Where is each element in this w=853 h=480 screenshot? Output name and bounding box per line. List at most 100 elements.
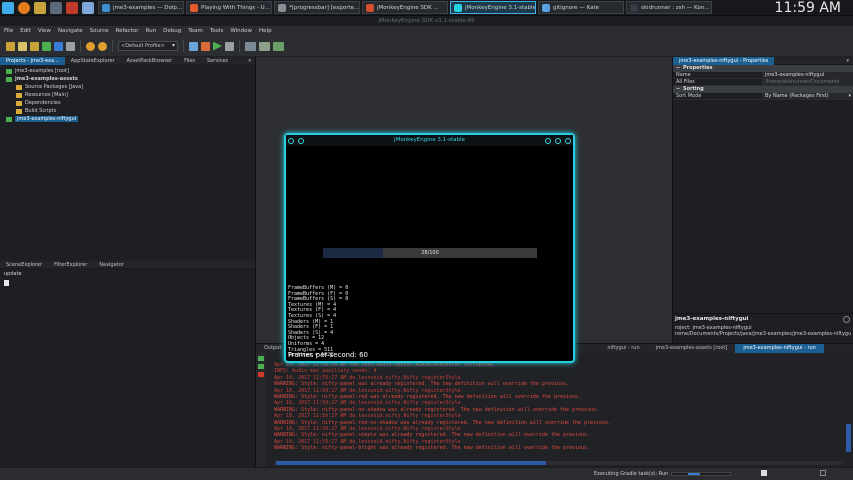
output-tab[interactable]: jme3-examples-niftygui - run (735, 344, 824, 353)
tree-node[interactable]: Source Packages [Java] (0, 83, 255, 91)
rerun-icon[interactable] (258, 356, 264, 361)
notifications-icon[interactable] (820, 470, 826, 476)
loading-progress-label: 28/100 (421, 250, 439, 256)
prop-row-all-files[interactable]: All Files /home/skidrunner/Documents (673, 79, 853, 86)
status-progress-fill (688, 473, 700, 475)
panel-menu-icon[interactable]: ▾ (846, 58, 849, 64)
menu-item-edit[interactable]: Edit (20, 28, 31, 34)
properties-section[interactable]: Properties (673, 65, 853, 72)
tab-projects-2[interactable]: AssetPackBrowser (121, 57, 178, 65)
new-project-icon[interactable] (6, 41, 15, 51)
prop-value[interactable]: /home/skidrunner/Documents (763, 79, 853, 85)
tree-node-label: jme3-examples [root] (15, 68, 69, 74)
build-icon[interactable] (189, 41, 198, 51)
tab-projects-4[interactable]: Services (201, 57, 234, 65)
taskbar-task[interactable]: jMonkeyEngine SDK ... (362, 1, 448, 14)
status-bar: Executing Gradle task(s): Run (0, 467, 853, 480)
prop-row-sort-mode[interactable]: Sort Mode By Name (Packages First) ▾ (673, 93, 853, 100)
prop-value[interactable]: jme3-examples-niftygui (763, 72, 853, 78)
project-tree: jme3-examples [root] jme3-examples-assets… (0, 65, 255, 123)
menu-item-view[interactable]: View (38, 28, 51, 34)
tab-navigator[interactable]: Navigator (93, 261, 129, 269)
jmonkey-launcher-icon[interactable] (66, 1, 78, 14)
sort-mode-select[interactable]: By Name (Packages First) ▾ (763, 93, 853, 99)
menu-item-tools[interactable]: Tools (210, 28, 224, 34)
firefox-icon[interactable] (18, 1, 30, 14)
undo-icon[interactable] (86, 41, 95, 51)
info-icon[interactable] (843, 316, 850, 323)
menu-item-team[interactable]: Team (188, 28, 203, 34)
tab-projects-0[interactable]: Projects - jme3-exa... (0, 56, 65, 65)
new-file-icon[interactable] (18, 41, 27, 51)
redo-icon[interactable] (98, 41, 107, 51)
task-app-icon (278, 3, 286, 12)
status-progress (671, 472, 731, 476)
rerun-options-icon[interactable] (258, 364, 264, 369)
menu-item-navigate[interactable]: Navigate (58, 28, 83, 34)
menu-item-window[interactable]: Window (230, 28, 252, 34)
folder-icon (16, 100, 22, 106)
taskbar-task[interactable]: skidrunner : zsh — Kon... (626, 1, 712, 14)
tab-projects-3[interactable]: Files (178, 57, 201, 65)
folder-icon (16, 92, 22, 98)
clean-build-icon[interactable] (201, 41, 210, 51)
output-log[interactable]: Apr 10, 2017 11:59:26 AM com.jme3.audio.… (274, 362, 843, 456)
close-project-icon[interactable] (66, 41, 75, 51)
tab-sceneexplorer[interactable]: SceneExplorer (0, 261, 48, 269)
navigator-item[interactable]: update (0, 269, 255, 278)
projects-tabbar: Projects - jme3-exa... AppStateExplorer As… (0, 56, 255, 65)
vertical-scrollbar[interactable] (846, 424, 851, 452)
taskbar-task[interactable]: *[progressbar] [exporte... (274, 1, 360, 14)
tree-node[interactable]: jme3-examples-niftygui (0, 115, 255, 123)
game-window-title: jMonkeyEngine 3.1-stable (394, 137, 465, 143)
window-title: jMonkeyEngine SDK v3.1-stable-86 (0, 16, 853, 26)
game-titlebar[interactable]: jMonkeyEngine 3.1-stable (286, 135, 573, 146)
terminal-icon[interactable] (50, 1, 62, 14)
profile-icon[interactable] (245, 41, 256, 51)
task-label: gitignore — Kate (553, 4, 599, 11)
menu-item-refactor[interactable]: Refactor (116, 28, 139, 34)
open-project-icon[interactable] (30, 41, 39, 51)
navigator-tabbar: SceneExplorer FilterExplorer Navigator (0, 261, 255, 269)
cancel-task-icon[interactable] (761, 470, 767, 476)
run-icon[interactable] (213, 41, 222, 51)
stats-view: FrameBuffers (M) = 0 FrameBuffers (F) = 0… (288, 285, 348, 359)
tree-node[interactable]: Resources [Main] (0, 91, 255, 99)
taskbar-task[interactable]: Playing With Things - U... (186, 1, 272, 14)
panel-menu-icon[interactable]: ▾ (248, 58, 251, 64)
debug-icon[interactable] (225, 41, 234, 51)
desktop-icon[interactable] (82, 1, 94, 14)
tree-node[interactable]: jme3-examples-assets (0, 75, 255, 83)
menu-item-run[interactable]: Run (146, 28, 157, 34)
tab-projects-1[interactable]: AppStateExplorer (65, 57, 121, 65)
taskbar-task[interactable]: jMonkeyEngine 3.1-stable (450, 1, 536, 14)
save-all-icon[interactable] (42, 41, 51, 51)
menu-item-help[interactable]: Help (259, 28, 272, 34)
save-icon[interactable] (54, 41, 63, 51)
menu-item-debug[interactable]: Debug (163, 28, 181, 34)
app-launcher-icon[interactable] (2, 1, 14, 14)
garbage-collect-icon[interactable] (273, 41, 284, 51)
menu-item-source[interactable]: Source (90, 28, 109, 34)
stop-icon[interactable] (258, 372, 264, 377)
output-tab[interactable]: jme3-examples-assets [root] (648, 344, 736, 353)
taskbar-task[interactable]: gitignore — Kate (538, 1, 624, 14)
taskbar-task[interactable]: jme3-examples — Dolp... (98, 1, 184, 14)
scroll-thumb[interactable] (276, 461, 546, 465)
menu-item-file[interactable]: File (4, 28, 13, 34)
tree-node[interactable]: Build Scripts (0, 107, 255, 115)
prop-row-name[interactable]: Name jme3-examples-niftygui (673, 72, 853, 79)
sorting-section[interactable]: Sorting (673, 86, 853, 93)
tree-node[interactable]: jme3-examples [root] (0, 67, 255, 75)
horizontal-scrollbar[interactable] (274, 461, 843, 465)
output-tab[interactable]: niftygui - run (599, 344, 647, 353)
tab-filterexplorer[interactable]: FilterExplorer (48, 261, 93, 269)
tree-node[interactable]: Dependencies (0, 99, 255, 107)
menu-bar: File Edit View Navigate Source Refactor Run Deb… (0, 26, 853, 36)
configuration-select[interactable]: <Default Profile> (118, 41, 178, 51)
game-window[interactable]: jMonkeyEngine 3.1-stable 28/100 FrameBuf… (284, 133, 575, 363)
file-manager-icon[interactable] (34, 1, 46, 14)
tree-node-label: Build Scripts (25, 108, 57, 114)
tab-properties[interactable]: jme3-examples-niftygui - Properties (673, 56, 775, 65)
memory-icon[interactable] (259, 41, 270, 51)
